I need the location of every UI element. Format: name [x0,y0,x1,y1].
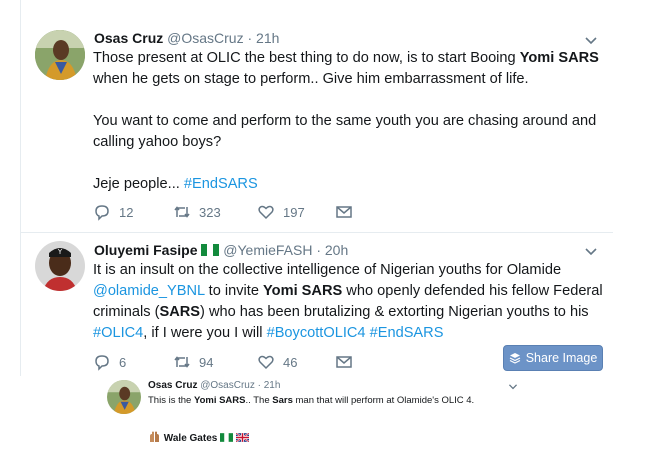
reply-button[interactable]: 6 [93,353,126,371]
display-name[interactable]: Osas Cruz [94,30,163,46]
retweet-button[interactable]: 323 [173,203,221,221]
quoted-tweet[interactable]: Osas Cruz @OsasCruz · 21h This is the Yo… [100,375,520,452]
quoted-text: This is the Yomi SARS.. The Sars man tha… [148,395,475,406]
like-button[interactable]: 197 [257,203,305,221]
envelope-icon [336,356,352,368]
message-button[interactable] [335,353,353,371]
envelope-icon [336,206,352,218]
share-image-button[interactable]: Share Image [503,345,603,371]
chevron-down-icon[interactable] [584,247,598,257]
reply-count: 12 [119,204,134,220]
timestamp[interactable]: · 21h [247,30,279,46]
tweet-actions: 6 94 46 [93,353,393,373]
footer-name[interactable]: Wale Gates [164,433,218,444]
nigeria-flag-icon [201,244,220,256]
reply-icon [95,355,109,371]
like-count: 46 [283,354,298,370]
share-image-label: Share Image [525,351,598,365]
heart-icon [258,355,274,370]
message-button[interactable] [335,203,353,221]
chevron-down-icon[interactable] [508,383,518,391]
heart-icon [258,205,274,220]
avatar[interactable] [35,30,85,80]
hashtag-boycottolic4[interactable]: #BoycottOLIC4 [267,325,366,341]
timestamp[interactable]: · 20h [316,242,348,258]
uk-flag-icon [235,433,249,442]
display-name[interactable]: Osas Cruz [148,380,197,391]
chevron-down-icon[interactable] [584,36,598,46]
quoted-footer: Wale Gates [148,431,249,444]
tweet-actions: 12 323 197 [93,203,393,223]
mention-olamide[interactable]: @olamide_YBNL [93,283,205,299]
hashtag-endsars[interactable]: #EndSARS [184,176,258,192]
handle[interactable]: @YemieFASH [223,242,312,258]
hashtag-endsars[interactable]: #EndSARS [370,325,444,341]
nigeria-flag-icon [220,433,234,442]
svg-text:Y: Y [57,248,63,256]
handle[interactable]: @OsasCruz [200,380,255,391]
handle[interactable]: @OsasCruz [167,30,243,46]
tweet-text: It is an insult on the collective intell… [93,262,603,341]
tweet-osas-cruz[interactable]: Osas Cruz @OsasCruz · 21h Those present … [20,0,613,233]
reply-icon [95,205,109,221]
reply-button[interactable]: 12 [93,203,133,221]
like-button[interactable]: 46 [257,353,297,371]
retweet-count: 323 [199,204,221,220]
layers-icon [509,353,520,364]
quoted-header: Osas Cruz @OsasCruz · 21h [148,380,280,391]
like-count: 197 [283,204,305,220]
hashtag-olic4[interactable]: #OLIC4 [93,325,143,341]
retweet-icon [174,356,190,368]
hands-emoji-icon [150,431,159,442]
tweet-header: Osas Cruz @OsasCruz · 21h [94,30,279,46]
display-name[interactable]: Oluyemi Fasipe [94,242,197,258]
avatar[interactable]: Y [35,241,85,291]
timestamp[interactable]: · 21h [258,380,281,391]
retweet-icon [174,206,190,218]
tweet-header: Oluyemi Fasipe @YemieFASH · 20h [94,242,348,258]
retweet-button[interactable]: 94 [173,353,213,371]
reply-count: 6 [119,354,127,370]
tweet-text: Those present at OLIC the best thing to … [93,50,599,192]
avatar[interactable] [107,380,141,414]
retweet-count: 94 [199,354,214,370]
